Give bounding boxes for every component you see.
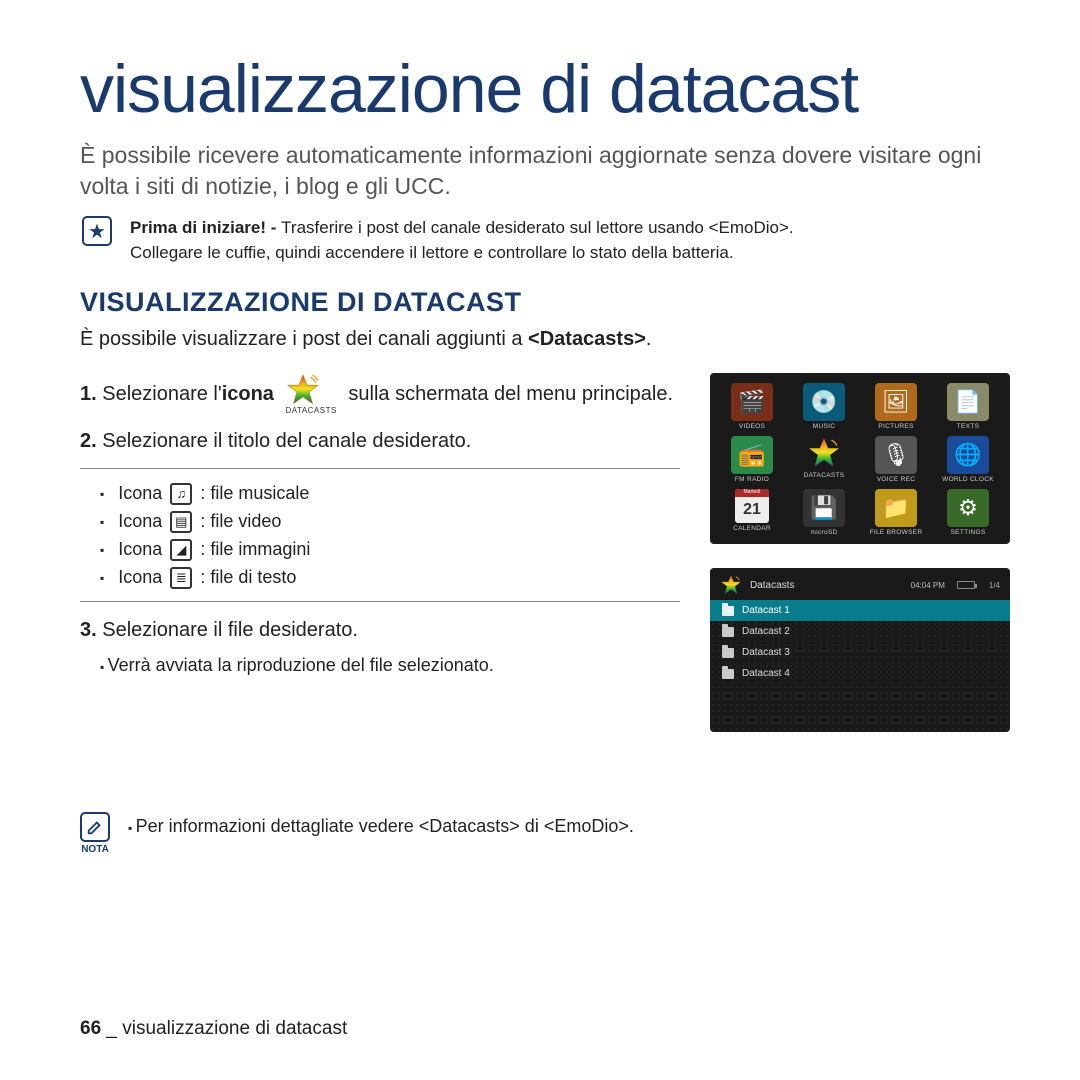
divider [80,468,680,469]
page-footer: 66 _ visualizzazione di datacast [80,1018,347,1040]
prima-di-iniziare-box: ★ Prima di iniziare! - Trasferire i post… [80,216,1010,265]
datacast-list-item: Datacast 1 [710,600,1010,621]
folder-icon [722,627,734,637]
prima-text: Prima di iniziare! - Trasferire i post d… [130,216,794,265]
step-1: 1. Selezionare l'icona [80,373,680,417]
icon-row-image: Icona ◢ : file immagini [100,539,680,561]
menu-app-file-browser: 📁FILE BROWSER [862,489,930,536]
step-2: 2. Selezionare il titolo del canale desi… [80,427,680,456]
icon-row-text: Icona ≣ : file di testo [100,567,680,589]
section-heading: VISUALIZZAZIONE DI DATACAST [80,287,1010,318]
prima-label: Prima di iniziare! - [130,218,281,237]
page-title: visualizzazione di datacast [80,50,1010,128]
star-icon: ★ [82,216,112,246]
device-menu-screenshot: 🎬VIDEOS💿MUSIC🖼PICTURES📄TEXTS 📻FM RADIODAT… [710,373,1010,544]
menu-app-voice-rec: 🎙VOICE REC [862,436,930,483]
note-label: NOTA [80,844,110,855]
folder-icon [722,648,734,658]
clock-readout: 04:04 PM [911,581,945,590]
datacasts-inline-icon: DATACASTS [286,373,337,417]
datacast-list-item: Datacast 3 [710,642,1010,663]
folder-icon [722,669,734,679]
menu-app-microsd: 💾microSD [790,489,858,536]
text-lines-icon: ≣ [170,567,192,589]
image-icon: ◢ [170,539,192,561]
star-rainbow-icon [286,373,320,407]
icon-row-video: Icona ▤ : file video [100,511,680,533]
menu-app-pictures: 🖼PICTURES [862,383,930,430]
menu-app-datacasts: DATACASTS [790,436,858,483]
prima-line2: Collegare le cuffie, quindi accendere il… [130,243,734,262]
divider [80,601,680,602]
folder-icon [722,606,734,616]
note-block: NOTA Per informazioni dettagliate vedere… [80,812,1010,855]
menu-app-fm-radio: 📻FM RADIO [718,436,786,483]
intro-paragraph: È possibile ricevere automaticamente inf… [80,140,1010,202]
page-counter: 1/4 [989,581,1000,590]
menu-app-texts: 📄TEXTS [934,383,1002,430]
step-3-sub: Verrà avviata la riproduzione del file s… [80,655,680,676]
datacast-list-item: Datacast 4 [710,663,1010,684]
section-subtext: È possibile visualizzare i post dei cana… [80,328,1010,351]
file-type-icon-list: Icona ♫ : file musicale Icona ▤ : file v… [80,483,680,589]
menu-app-settings: ⚙SETTINGS [934,489,1002,536]
menu-app-videos: 🎬VIDEOS [718,383,786,430]
filmstrip-icon: ▤ [170,511,192,533]
battery-icon [957,581,975,589]
device-datacasts-screenshot: Datacasts 04:04 PM 1/4 Datacast 1Datacas… [710,568,1010,732]
star-rainbow-icon [720,574,742,596]
datacast-list-item: Datacast 2 [710,621,1010,642]
pencil-note-icon [80,812,110,842]
datacasts-header-title: Datacasts [750,580,794,591]
icon-row-music: Icona ♫ : file musicale [100,483,680,505]
note-text: Per informazioni dettagliate vedere <Dat… [128,812,634,837]
menu-app-world-clock: 🌐WORLD CLOCK [934,436,1002,483]
menu-app-music: 💿MUSIC [790,383,858,430]
menu-app-calendar: Martedì21CALENDAR [718,489,786,536]
step-3: 3. Selezionare il file desiderato. [80,616,680,645]
music-note-icon: ♫ [170,483,192,505]
prima-line1: Trasferire i post del canale desiderato … [281,218,793,237]
